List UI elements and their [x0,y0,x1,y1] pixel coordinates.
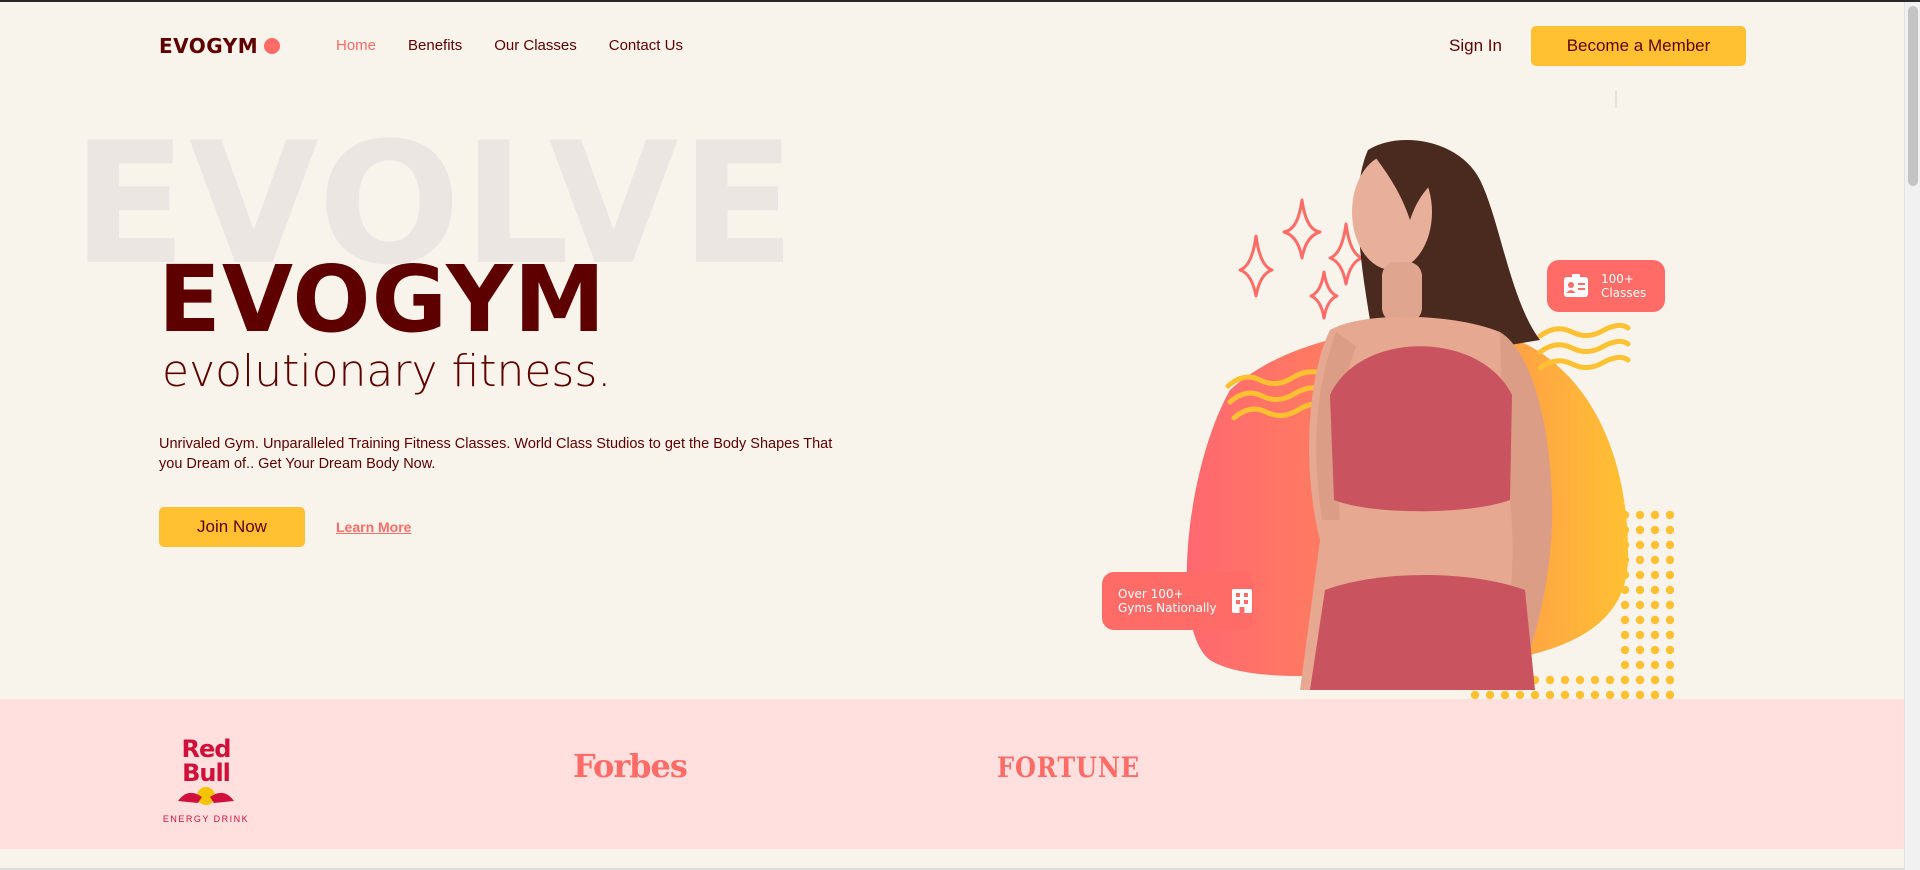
redbull-logo-sub: ENERGY DRINK [162,814,250,824]
redbull-logo-name: Red Bull [181,735,232,787]
logo-dot-icon [264,38,281,54]
gyms-badge-count: Over 100+ [1118,587,1184,601]
sparkle-icons [1238,198,1364,320]
vertical-scrollbar[interactable] [1904,2,1920,870]
wave-lines-right [1537,322,1631,371]
nav-links: Home Benefits Our Classes Contact Us [336,37,683,54]
become-member-button[interactable]: Become a Member [1531,26,1746,66]
join-now-button[interactable]: Join Now [159,507,305,547]
gyms-badge-text: Over 100+ Gyms Nationally [1118,587,1217,615]
redbull-logo: Red Bull ENERGY DRINK [158,737,254,824]
hero-image [1186,90,1674,718]
gyms-badge: Over 100+ Gyms Nationally [1102,572,1254,630]
nav-link-home[interactable]: Home [336,37,376,54]
classes-badge-count: 100+ [1601,272,1634,286]
window-top-border [0,0,1920,2]
nav-link-contact-us[interactable]: Contact Us [609,37,683,54]
logo[interactable]: EVOGYM [159,34,281,58]
hero-description: Unrivaled Gym. Unparalleled Training Fit… [159,436,833,472]
gyms-badge-label: Gyms Nationally [1118,601,1217,615]
classes-badge-label: Classes [1601,286,1647,300]
fitness-woman-figure [1300,140,1553,690]
logo-text: EVOGYM [159,34,259,58]
fortune-logo: FORTUNE [997,751,1140,784]
hero-title: EVOGYM [158,246,607,353]
id-card-icon [1564,274,1588,297]
sponsors-band: Red Bull ENERGY DRINK Forbes FORTUNE [0,699,1904,849]
forbes-logo: Forbes [573,747,688,785]
nav-link-our-classes[interactable]: Our Classes [494,37,577,54]
learn-more-link[interactable]: Learn More [336,519,411,535]
building-icon [1231,589,1252,613]
classes-badge: 100+ Classes [1547,260,1665,312]
sign-in-link[interactable]: Sign In [1449,36,1502,56]
scrollbar-thumb[interactable] [1908,6,1918,186]
nav-link-benefits[interactable]: Benefits [408,37,462,54]
redbull-bulls-icon [178,787,234,805]
classes-badge-text: 100+ Classes [1601,272,1646,300]
hero-tagline: evolutionary fitness. [162,346,612,397]
navbar: EVOGYM Home Benefits Our Classes Contact… [0,24,1904,68]
